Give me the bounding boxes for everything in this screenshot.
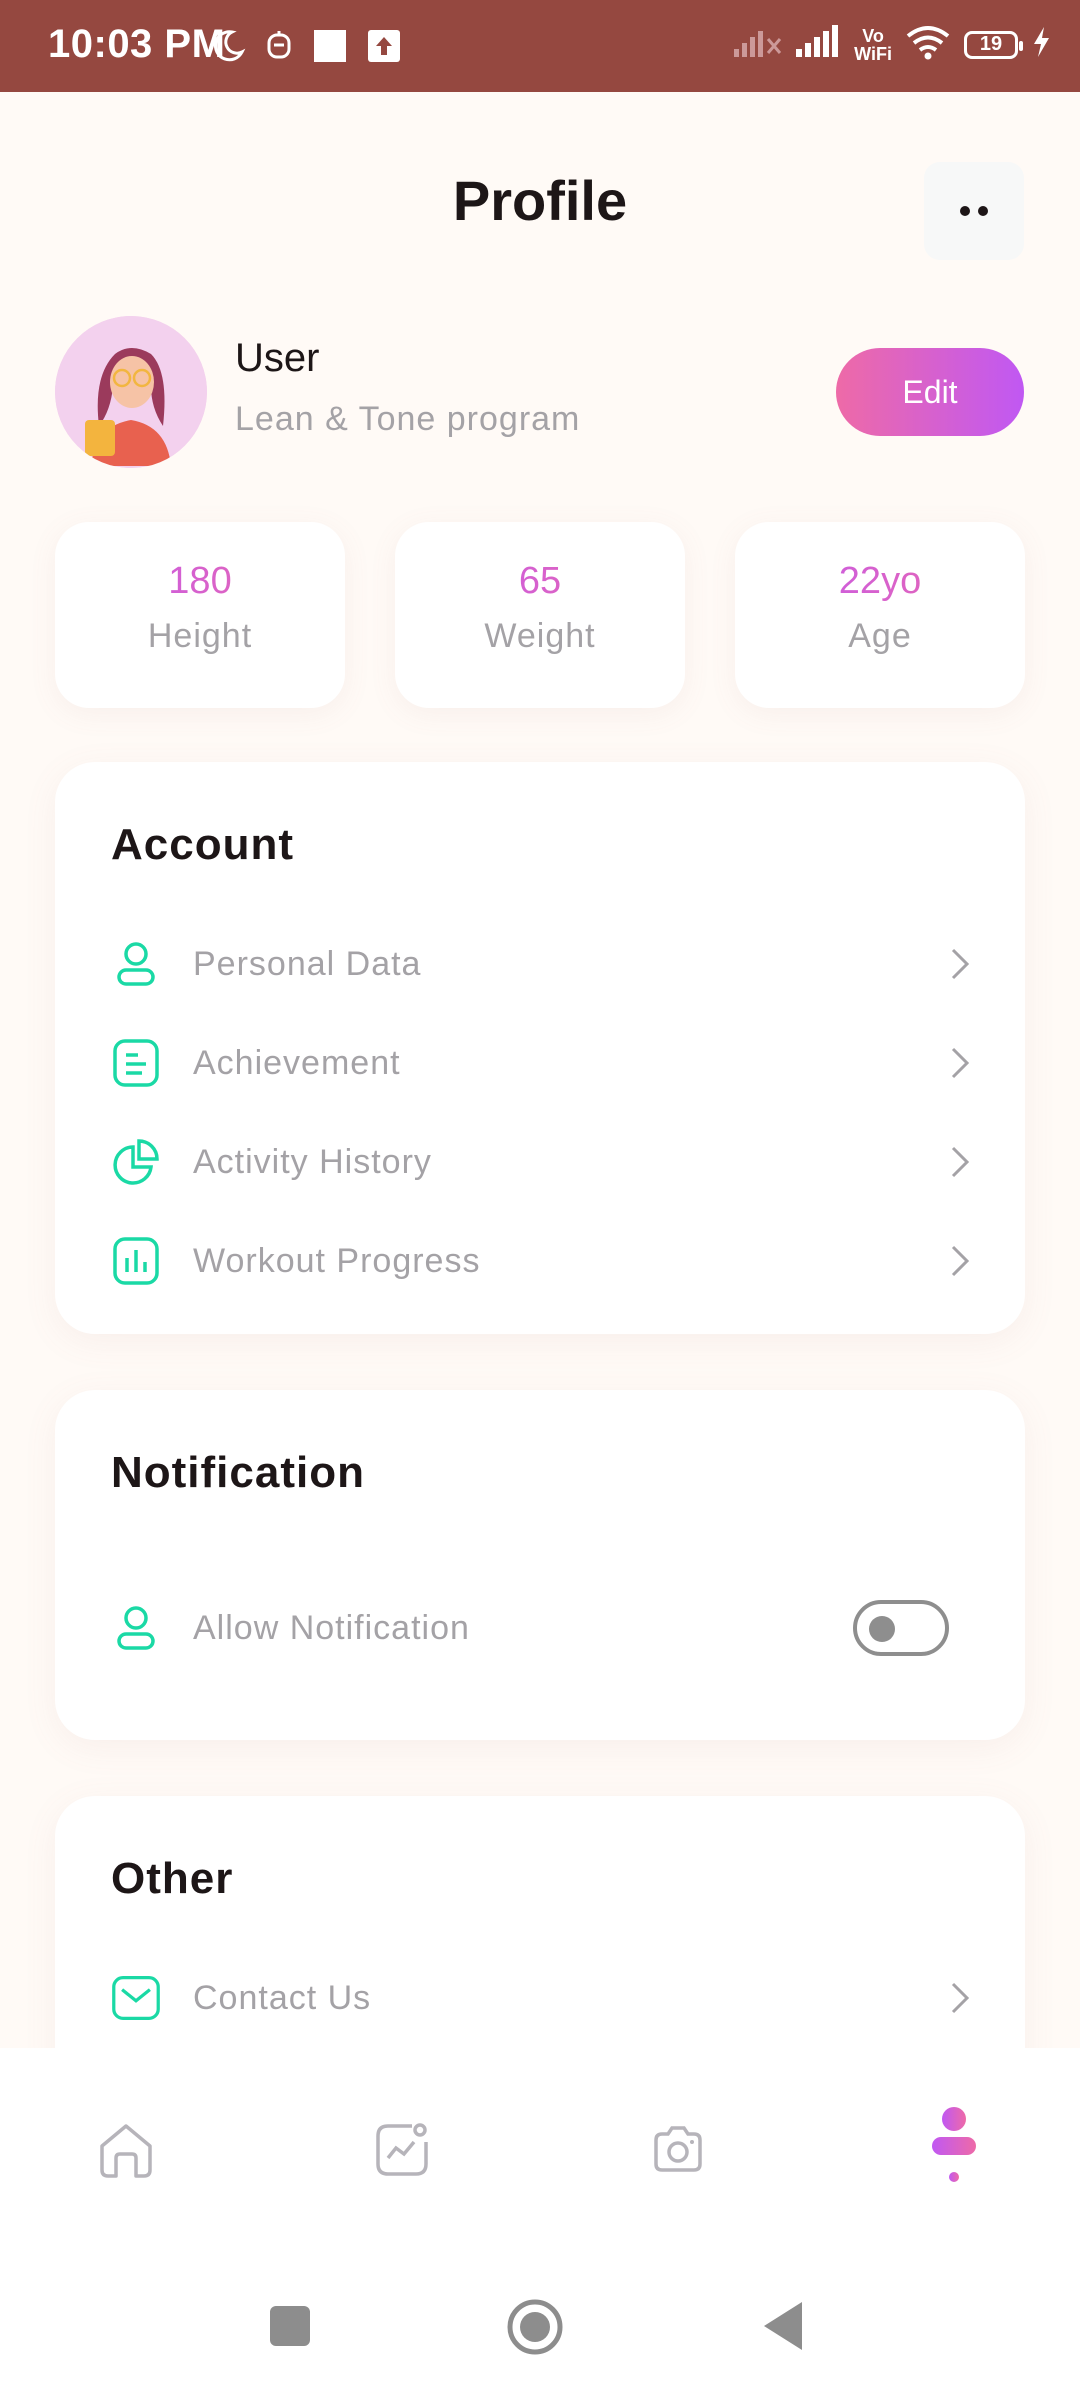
user-name: User [235,336,320,380]
more-options-button[interactable] [924,162,1024,260]
account-item-label: Workout Progress [193,1241,481,1280]
avatar [55,316,207,468]
activity-chart-icon [372,2120,432,2185]
vowifi-wifi: WiFi [854,43,892,64]
back-button[interactable] [760,2300,804,2357]
document-icon [111,1038,161,1088]
chevron-right-icon [945,1142,975,1182]
stat-card-age: 22yo Age [735,522,1025,708]
chevron-right-icon [945,1043,975,1083]
vowifi-vo: Vo [862,25,884,46]
account-item-label: Personal Data [193,944,422,983]
status-right-icons: Vo WiFi 19 [732,24,1052,65]
account-item-label: Achievement [193,1043,401,1082]
edit-profile-button[interactable]: Edit [836,348,1024,436]
nav-profile[interactable] [922,2106,986,2184]
battery-icon: 19 [964,30,1023,59]
stat-label: Age [848,617,912,655]
account-item-activity-history[interactable]: Activity History [111,1122,975,1202]
pie-chart-icon [111,1137,161,1187]
wifi-icon [904,24,952,65]
signal-off-icon [732,25,782,64]
nav-home[interactable] [94,2120,158,2184]
chevron-right-icon [945,944,975,984]
account-item-achievement[interactable]: Achievement [111,1023,975,1103]
stat-value: 180 [55,560,345,603]
vowifi-indicator: Vo WiFi [854,27,892,63]
nav-camera[interactable] [646,2120,710,2184]
nav-activity[interactable] [370,2120,434,2184]
more-dots-icon [960,206,970,216]
allow-notification-row: Allow Notification [111,1588,975,1668]
square-icon [312,28,348,69]
bottom-navigation [0,2048,1080,2214]
account-title: Account [111,820,294,869]
bar-chart-icon [111,1236,161,1286]
stat-label: Height [147,617,253,655]
account-item-personal-data[interactable]: Personal Data [111,924,975,1004]
allow-notification-toggle[interactable] [853,1600,949,1656]
camera-icon [648,2120,708,2185]
stat-value: 22yo [735,560,1025,603]
person-icon [111,939,161,989]
chevron-right-icon [945,1241,975,1281]
profile-icon [924,2105,984,2200]
status-left-icons [210,28,402,69]
moon-icon [210,28,246,69]
stat-card-height: 180 Height [55,522,345,708]
signal-icon [794,25,842,64]
battery-level: 19 [979,33,1003,55]
home-icon [96,2120,156,2185]
status-time: 10:03 PM [48,22,226,66]
home-button[interactable] [506,2298,564,2361]
account-item-label: Activity History [193,1142,432,1181]
other-item-label: Contact Us [193,1978,372,2017]
page-title: Profile [452,169,628,232]
chevron-right-icon [945,1978,975,2018]
other-item-contact-us[interactable]: Contact Us [111,1958,975,2038]
status-bar: 10:03 PM Vo WiFi 19 [0,0,1080,92]
recent-apps-button[interactable] [268,2304,312,2353]
charging-icon [1030,25,1052,64]
account-item-workout-progress[interactable]: Workout Progress [111,1221,975,1301]
notification-title: Notification [111,1448,365,1497]
stat-label: Weight [484,617,596,655]
stat-value: 65 [395,560,685,603]
system-navigation-bar [0,2214,1080,2400]
toggle-knob [869,1616,895,1642]
mail-icon [111,1973,161,2023]
account-card: Account Personal Data Achievement Activi… [55,762,1025,1334]
person-icon [111,1603,161,1653]
upload-icon [366,28,402,69]
notification-card: Notification Allow Notification [55,1390,1025,1740]
stat-card-weight: 65 Weight [395,522,685,708]
other-title: Other [111,1854,234,1903]
notification-icon [264,29,294,68]
user-program: Lean & Tone program [235,400,581,438]
more-dots-icon [978,206,988,216]
